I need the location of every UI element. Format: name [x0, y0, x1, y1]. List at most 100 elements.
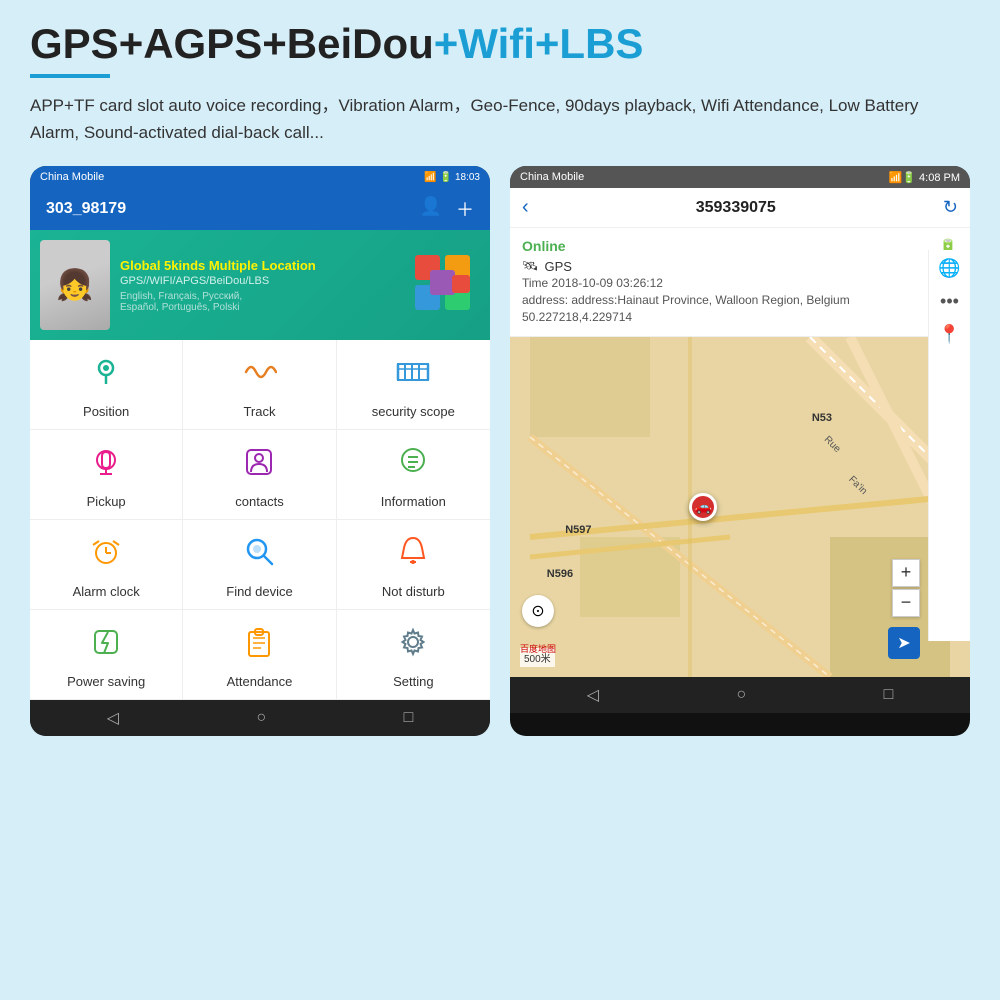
phone2-back-btn[interactable]: ‹	[522, 196, 529, 219]
phone1-status-icons: 📶 🔋 18:03	[424, 172, 480, 183]
grid-icon-10	[241, 624, 277, 668]
gps-address: address: address:Hainaut Province, Wallo…	[522, 292, 958, 326]
map-label-n596: N596	[547, 568, 573, 580]
grid-icon-8	[395, 534, 431, 578]
banner-cubes	[410, 250, 480, 320]
grid-label-1: Track	[243, 404, 275, 419]
grid-icon-3	[88, 444, 124, 488]
phone2-recent-nav[interactable]: □	[884, 686, 894, 704]
grid-label-10: Attendance	[227, 674, 293, 689]
banner-languages: English, Français, Русский, Español, Por…	[120, 291, 316, 313]
phone1-status-bar: China Mobile 📶 🔋 18:03	[30, 166, 490, 188]
grid-label-7: Find device	[226, 584, 292, 599]
phone2-time: 4:08 PM	[919, 172, 960, 184]
phone1-header: 303_98179 👤 ＋	[30, 188, 490, 230]
phone2-device-id: 359339075	[696, 199, 776, 217]
phone2-carrier: China Mobile	[520, 171, 584, 183]
gps-time: Time 2018-10-09 03:26:12	[522, 276, 958, 290]
phone1-banner: 👧 Global 5kinds Multiple Location GPS//W…	[30, 230, 490, 340]
grid-item-setting[interactable]: Setting	[337, 610, 490, 700]
grid-item-contacts[interactable]: contacts	[183, 430, 336, 520]
banner-sub-title: GPS//WIFI/APGS/BeiDou/LBS	[120, 275, 316, 287]
phone2-back-nav[interactable]: ◁	[587, 685, 599, 705]
globe-btn[interactable]: 🌐	[938, 258, 960, 279]
grid-item-find-device[interactable]: Find device	[183, 520, 336, 610]
phones-row: China Mobile 📶 🔋 18:03 303_98179 👤 ＋ 👧	[30, 166, 970, 736]
phone2-home-nav[interactable]: ○	[736, 686, 746, 704]
phone1-device-id: 303_98179	[46, 200, 126, 218]
zoom-in-btn[interactable]: +	[892, 559, 920, 587]
phone2-info-panel: 🔋 Online 🛰 GPS Time 2018-10-09 03:26:12 …	[510, 228, 970, 337]
phone2-map: N53 N597 N596 Rue Fa'in 🚗 + − ⊙ ➤	[510, 337, 970, 677]
add-icon[interactable]: ＋	[456, 196, 474, 222]
grid-label-9: Power saving	[67, 674, 145, 689]
more-btn[interactable]: •••	[940, 291, 959, 312]
phone2-right-sidebar: 🌐 ••• 📍	[928, 250, 970, 641]
grid-icon-5	[395, 444, 431, 488]
grid-icon-7	[241, 534, 277, 578]
phone2-bottom-nav: ◁ ○ □	[510, 677, 970, 713]
grid-icon-9	[88, 624, 124, 668]
grid-label-4: contacts	[235, 494, 283, 509]
map-navigate-btn[interactable]: ➤	[888, 627, 920, 659]
device-map-marker: 🚗	[689, 493, 717, 521]
title-part1: GPS+AGPS+BeiDou	[30, 20, 434, 67]
map-label-n597: N597	[565, 524, 591, 536]
grid-item-track[interactable]: Track	[183, 340, 336, 430]
grid-icon-6	[88, 534, 124, 578]
grid-label-8: Not disturb	[382, 584, 445, 599]
home-nav-btn[interactable]: ○	[256, 709, 266, 727]
phone1-header-icons: 👤 ＋	[420, 196, 474, 222]
phone2-status-icons: 📶🔋 4:08 PM	[889, 171, 960, 184]
grid-item-information[interactable]: Information	[337, 430, 490, 520]
gps-row: 🛰 GPS	[522, 258, 958, 274]
phone2-map-wrapper: 🔋 Online 🛰 GPS Time 2018-10-09 03:26:12 …	[510, 228, 970, 677]
title-underline	[30, 74, 110, 78]
subtitle: APP+TF card slot auto voice recording，Vi…	[30, 92, 970, 146]
back-nav-btn[interactable]: ◁	[107, 708, 119, 728]
grid-item-alarm-clock[interactable]: Alarm clock	[30, 520, 183, 610]
banner-child-image: 👧	[40, 240, 110, 330]
grid-item-power-saving[interactable]: Power saving	[30, 610, 183, 700]
grid-icon-1	[241, 354, 277, 398]
user-icon[interactable]: 👤	[420, 196, 442, 222]
pin-btn[interactable]: 📍	[938, 324, 960, 345]
phone2-header: ‹ 359339075 ↻	[510, 188, 970, 228]
grid-icon-0	[88, 354, 124, 398]
phone1-bottom-nav: ◁ ○ □	[30, 700, 490, 736]
map-location-btn[interactable]: ⊙	[522, 595, 554, 627]
phone2-refresh-btn[interactable]: ↻	[943, 197, 958, 218]
grid-item-security-scope[interactable]: security scope	[337, 340, 490, 430]
map-svg	[510, 337, 970, 677]
map-watermark: 百度地图	[520, 642, 556, 655]
phone1-time: 18:03	[455, 172, 480, 183]
grid-label-6: Alarm clock	[73, 584, 140, 599]
recent-nav-btn[interactable]: □	[404, 709, 414, 727]
page-title: GPS+AGPS+BeiDou+Wifi+LBS	[30, 20, 970, 68]
zoom-out-btn[interactable]: −	[892, 589, 920, 617]
banner-main-title: Global 5kinds Multiple Location	[120, 258, 316, 273]
title-part2: +Wifi+LBS	[434, 20, 644, 67]
grid-item-pickup[interactable]: Pickup	[30, 430, 183, 520]
grid-label-5: Information	[381, 494, 446, 509]
grid-icon-4	[241, 444, 277, 488]
phone1-carrier: China Mobile	[40, 171, 104, 183]
gps-icon: 🛰	[522, 258, 539, 274]
grid-icon-11	[395, 624, 431, 668]
map-label-n53: N53	[812, 412, 832, 424]
grid-item-attendance[interactable]: Attendance	[183, 610, 336, 700]
phone2: China Mobile 📶🔋 4:08 PM ‹ 359339075 ↻ 🔋 …	[510, 166, 970, 736]
grid-item-not-disturb[interactable]: Not disturb	[337, 520, 490, 610]
phone1: China Mobile 📶 🔋 18:03 303_98179 👤 ＋ 👧	[30, 166, 490, 736]
grid-icon-2	[395, 354, 431, 398]
grid-label-2: security scope	[372, 404, 455, 419]
grid-label-0: Position	[83, 404, 129, 419]
phone2-status-bar: China Mobile 📶🔋 4:08 PM	[510, 166, 970, 188]
map-zoom-controls: + −	[892, 559, 920, 617]
online-badge: Online	[522, 238, 566, 254]
gps-label: GPS	[545, 259, 572, 274]
grid-label-3: Pickup	[87, 494, 126, 509]
grid-item-position[interactable]: Position	[30, 340, 183, 430]
grid-label-11: Setting	[393, 674, 433, 689]
banner-text: Global 5kinds Multiple Location GPS//WIF…	[120, 258, 316, 313]
